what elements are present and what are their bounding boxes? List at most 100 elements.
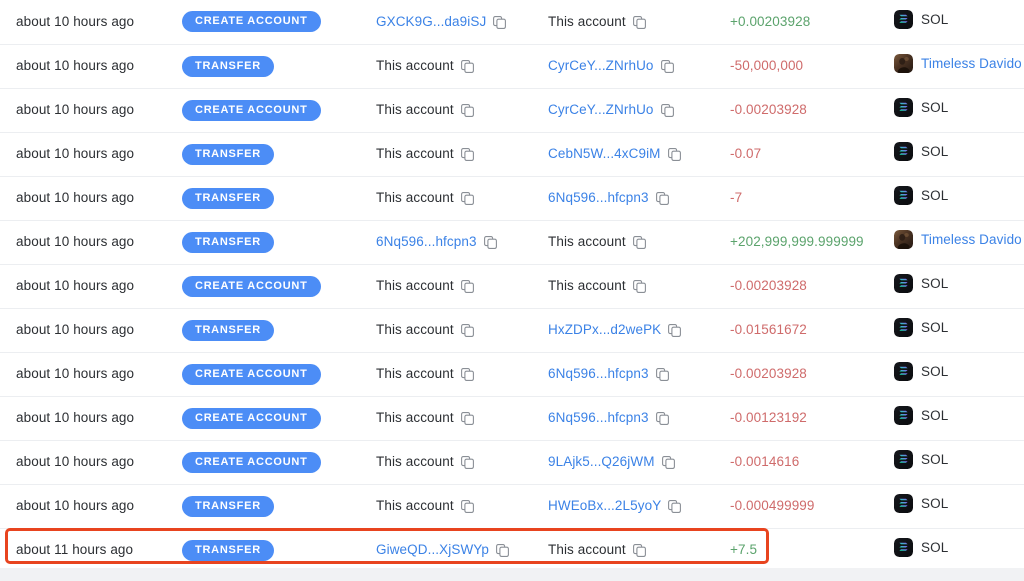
copy-icon[interactable] [633, 236, 646, 249]
copy-icon[interactable] [461, 104, 474, 117]
from-account: This account [376, 102, 474, 117]
token-cell[interactable]: Timeless Davido [894, 230, 1024, 249]
copy-icon[interactable] [668, 324, 681, 337]
to-account-label[interactable]: CyrCeY...ZNrhUo [548, 58, 654, 73]
copy-icon[interactable] [461, 192, 474, 205]
table-row[interactable]: about 10 hours agoCREATE ACCOUNTThis acc… [0, 396, 1024, 440]
table-row[interactable]: about 10 hours agoTRANSFERThis account6N… [0, 176, 1024, 220]
to-account[interactable]: 6Nq596...hfcpn3 [548, 410, 669, 425]
copy-icon[interactable] [496, 544, 509, 557]
copy-icon[interactable] [668, 500, 681, 513]
transaction-age: about 10 hours ago [16, 366, 134, 381]
to-account-label[interactable]: CebN5W...4xC9iM [548, 146, 661, 161]
from-account-label: This account [376, 366, 454, 381]
to-account-label[interactable]: HWEoBx...2L5yoY [548, 498, 661, 513]
from-account-label[interactable]: 6Nq596...hfcpn3 [376, 234, 477, 249]
copy-icon[interactable] [656, 192, 669, 205]
to-account[interactable]: CyrCeY...ZNrhUo [548, 102, 674, 117]
cell-amount: -0.01561672 [730, 308, 894, 352]
cell-from: This account [376, 484, 548, 528]
to-account-label[interactable]: 6Nq596...hfcpn3 [548, 366, 649, 381]
table-row[interactable]: about 10 hours agoCREATE ACCOUNTGXCK9G..… [0, 0, 1024, 44]
table-row[interactable]: about 11 hours agoTRANSFERGiweQD...XjSWY… [0, 528, 1024, 572]
transaction-amount: -0.01561672 [730, 322, 807, 337]
cell-age: about 10 hours ago [0, 220, 182, 264]
to-account[interactable]: 6Nq596...hfcpn3 [548, 190, 669, 205]
token-cell: SOL [894, 450, 948, 469]
token-name: SOL [921, 100, 948, 115]
from-account[interactable]: GXCK9G...da9iSJ [376, 14, 506, 29]
cell-amount: -50,000,000 [730, 44, 894, 88]
from-account[interactable]: 6Nq596...hfcpn3 [376, 234, 497, 249]
table-row[interactable]: about 10 hours agoTRANSFERThis accountHW… [0, 484, 1024, 528]
cell-token: SOL [894, 528, 1024, 572]
to-account[interactable]: 9LAjk5...Q26jWM [548, 454, 675, 469]
table-row[interactable]: about 10 hours agoCREATE ACCOUNTThis acc… [0, 440, 1024, 484]
to-account-label[interactable]: HxZDPx...d2wePK [548, 322, 661, 337]
transaction-type-badge[interactable]: TRANSFER [182, 56, 274, 77]
cell-type: CREATE ACCOUNT [182, 264, 376, 308]
to-account[interactable]: HWEoBx...2L5yoY [548, 498, 681, 513]
transaction-type-badge[interactable]: TRANSFER [182, 496, 274, 517]
copy-icon[interactable] [668, 148, 681, 161]
transaction-type-badge[interactable]: TRANSFER [182, 144, 274, 165]
to-account-label: This account [548, 542, 626, 557]
copy-icon[interactable] [461, 324, 474, 337]
to-account[interactable]: CyrCeY...ZNrhUo [548, 58, 674, 73]
transaction-type-badge[interactable]: CREATE ACCOUNT [182, 452, 321, 473]
token-cell[interactable]: Timeless Davido [894, 54, 1024, 73]
cell-from: This account [376, 352, 548, 396]
copy-icon[interactable] [461, 412, 474, 425]
to-account-label[interactable]: 9LAjk5...Q26jWM [548, 454, 655, 469]
transaction-type-badge[interactable]: CREATE ACCOUNT [182, 100, 321, 121]
token-name[interactable]: Timeless Davido [921, 56, 1022, 71]
to-account[interactable]: 6Nq596...hfcpn3 [548, 366, 669, 381]
cell-from: GiweQD...XjSWYp [376, 528, 548, 572]
transaction-type-badge[interactable]: TRANSFER [182, 320, 274, 341]
to-account-label[interactable]: CyrCeY...ZNrhUo [548, 102, 654, 117]
from-account[interactable]: GiweQD...XjSWYp [376, 542, 509, 557]
to-account[interactable]: CebN5W...4xC9iM [548, 146, 681, 161]
copy-icon[interactable] [493, 16, 506, 29]
copy-icon[interactable] [461, 280, 474, 293]
table-row[interactable]: about 10 hours agoTRANSFER 6Nq596...hfcpn… [0, 220, 1024, 264]
transaction-type-badge[interactable]: CREATE ACCOUNT [182, 11, 321, 32]
table-row[interactable]: about 10 hours agoCREATE ACCOUNTThis acc… [0, 88, 1024, 132]
to-account[interactable]: HxZDPx...d2wePK [548, 322, 681, 337]
to-account-label[interactable]: 6Nq596...hfcpn3 [548, 190, 649, 205]
transaction-type-badge[interactable]: CREATE ACCOUNT [182, 408, 321, 429]
token-name[interactable]: Timeless Davido [921, 232, 1022, 247]
table-row[interactable]: about 10 hours agoTRANSFERThis accountCy… [0, 44, 1024, 88]
cell-type: CREATE ACCOUNT [182, 352, 376, 396]
copy-icon[interactable] [633, 280, 646, 293]
transaction-age: about 10 hours ago [16, 410, 134, 425]
copy-icon[interactable] [633, 544, 646, 557]
copy-icon[interactable] [662, 456, 675, 469]
transaction-type-badge[interactable]: TRANSFER [182, 232, 274, 253]
copy-icon[interactable] [661, 104, 674, 117]
copy-icon[interactable] [461, 456, 474, 469]
cell-token: SOL [894, 132, 1024, 176]
from-account-label[interactable]: GXCK9G...da9iSJ [376, 14, 486, 29]
table-row[interactable]: about 10 hours agoCREATE ACCOUNTThis acc… [0, 264, 1024, 308]
copy-icon[interactable] [461, 368, 474, 381]
table-row[interactable]: about 10 hours ago CREATE ACCOUNT This acc… [0, 352, 1024, 396]
copy-icon[interactable] [656, 368, 669, 381]
transaction-type-badge[interactable]: CREATE ACCOUNT [182, 276, 321, 297]
copy-icon[interactable] [661, 60, 674, 73]
table-row[interactable]: about 10 hours agoTRANSFERThis accountHx… [0, 308, 1024, 352]
transaction-type-badge[interactable]: TRANSFER [182, 188, 274, 209]
copy-icon[interactable] [656, 412, 669, 425]
from-account-label[interactable]: GiweQD...XjSWYp [376, 542, 489, 557]
copy-icon[interactable] [461, 60, 474, 73]
table-row[interactable]: about 10 hours agoTRANSFERThis accountCe… [0, 132, 1024, 176]
copy-icon[interactable] [633, 16, 646, 29]
copy-icon[interactable] [484, 236, 497, 249]
copy-icon[interactable] [461, 500, 474, 513]
to-account-label[interactable]: 6Nq596...hfcpn3 [548, 410, 649, 425]
transaction-type-badge[interactable]: CREATE ACCOUNT [182, 364, 321, 385]
cell-age: about 10 hours ago [0, 264, 182, 308]
cell-amount: +7.5 [730, 528, 894, 572]
copy-icon[interactable] [461, 148, 474, 161]
transaction-type-badge[interactable]: TRANSFER [182, 540, 274, 561]
